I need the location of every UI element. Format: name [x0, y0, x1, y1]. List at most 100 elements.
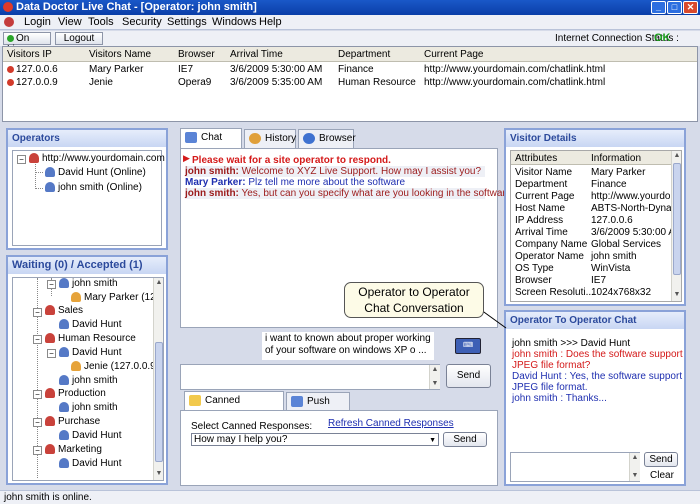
scroll-thumb[interactable]	[155, 342, 163, 462]
operator-item[interactable]: john smith (Online)	[45, 182, 142, 193]
menu-view[interactable]: View	[58, 16, 82, 28]
scroll-up-icon[interactable]: ▲	[154, 278, 163, 288]
scroll-up-icon[interactable]: ▲	[430, 365, 440, 375]
menu-security[interactable]: Security	[122, 16, 162, 28]
scroll-down-icon[interactable]: ▼	[672, 290, 681, 300]
collapse-icon[interactable]: −	[33, 390, 42, 399]
scroll-down-icon[interactable]: ▼	[154, 469, 163, 479]
tree-node-label: john smith	[72, 402, 118, 413]
visitor-status-icon	[7, 79, 14, 86]
tree-node-label: john smith	[72, 278, 118, 289]
details-row: Operator Name john smith	[511, 251, 681, 262]
menu-settings[interactable]: Settings	[167, 16, 207, 28]
chat-input-scrollbar[interactable]: ▲ ▼	[429, 365, 440, 389]
operator-item[interactable]: David Hunt (Online)	[45, 167, 146, 178]
details-header: Attributes Information	[511, 151, 681, 165]
menu-help[interactable]: Help	[259, 16, 282, 28]
tree-node[interactable]: David Hunt	[59, 319, 121, 330]
collapse-icon[interactable]: −	[47, 280, 56, 289]
department-icon	[45, 416, 55, 426]
close-button[interactable]: ✕	[683, 1, 698, 14]
operators-root[interactable]: http://www.yourdomain.com	[29, 153, 165, 164]
tree-node-department[interactable]: Purchase	[45, 416, 100, 427]
op-chat-line: john smith : Thanks...	[512, 393, 607, 404]
tree-node-department[interactable]: Human Resource	[45, 333, 136, 344]
keyboard-icon[interactable]: ⌨	[455, 338, 481, 354]
tree-node-visitor[interactable]: Jenie (127.0.0.9	[71, 361, 156, 372]
refresh-canned-link[interactable]: Refresh Canned Responses	[328, 418, 454, 429]
op-clear-button[interactable]: Clear	[650, 470, 674, 481]
col-browser[interactable]: Browser	[178, 49, 215, 60]
send-button[interactable]: Send	[446, 364, 491, 388]
tab-history[interactable]: History	[244, 129, 296, 148]
tree-node[interactable]: David Hunt	[59, 430, 121, 441]
operators-panel: Operators − http://www.yourdomain.com Da…	[6, 128, 168, 250]
canned-send-button[interactable]: Send	[443, 432, 487, 447]
visitor-icon	[71, 292, 81, 302]
menu-tools[interactable]: Tools	[88, 16, 114, 28]
tree-node[interactable]: john smith	[59, 278, 118, 289]
chat-input[interactable]: ▲ ▼	[180, 364, 440, 390]
collapse-icon[interactable]: −	[33, 308, 42, 317]
tree-node-visitor[interactable]: Mary Parker (127.0	[71, 292, 163, 303]
op-send-button[interactable]: Send	[644, 452, 678, 467]
collapse-icon[interactable]: −	[47, 349, 56, 358]
details-value: 3/6/2009 5:30:00 AM	[591, 227, 682, 238]
operators-root-label: http://www.yourdomain.com	[42, 153, 165, 164]
logout-button[interactable]: Logout	[55, 32, 103, 45]
chevron-down-icon[interactable]: ▼	[429, 435, 436, 446]
tree-node-label: Human Resource	[58, 333, 136, 344]
col-arrival-time[interactable]: Arrival Time	[230, 49, 283, 60]
tree-node[interactable]: john smith	[59, 402, 118, 413]
menu-login[interactable]: Login	[24, 16, 51, 28]
collapse-icon[interactable]: −	[17, 155, 26, 164]
menu-windows[interactable]: Windows	[212, 16, 257, 28]
canned-select[interactable]: How may I help you? ▼	[191, 433, 439, 446]
toolbar: On Line Logout Internet Connection Statu…	[0, 31, 700, 55]
minimize-button[interactable]: _	[651, 1, 666, 14]
tab-chat-text[interactable]: Chat Text	[180, 128, 242, 160]
details-value: http://www.yourdoma	[591, 191, 682, 202]
online-button[interactable]: On Line	[3, 32, 51, 55]
operator-icon	[59, 458, 69, 468]
scroll-up-icon[interactable]: ▲	[630, 453, 640, 463]
scroll-up-icon[interactable]: ▲	[672, 151, 681, 161]
scroll-down-icon[interactable]: ▼	[630, 471, 640, 481]
tree-node-department[interactable]: Marketing	[45, 444, 102, 455]
tree-node[interactable]: David Hunt	[59, 458, 121, 469]
department-icon	[45, 333, 55, 343]
tab-browser[interactable]: Browser	[298, 129, 356, 148]
operator-chat-input[interactable]: ▲ ▼	[510, 452, 640, 482]
details-scrollbar[interactable]: ▲ ▼	[671, 151, 681, 301]
operator-label: john smith (Online)	[58, 182, 142, 193]
operator-chat-panel: Operator To Operator Chat john smith >>>…	[504, 310, 686, 486]
visitor-details-title: Visitor Details	[506, 130, 684, 147]
tree-node[interactable]: john smith	[59, 375, 118, 386]
tab-canned-responses[interactable]: Canned Responses	[184, 391, 284, 423]
details-value: 127.0.0.6	[591, 215, 633, 226]
op-input-scrollbar[interactable]: ▲ ▼	[629, 453, 640, 481]
visitor-row[interactable]: 127.0.0.9 Jenie Opera9 3/6/2009 5:35:00 …	[3, 76, 697, 89]
visitor-row[interactable]: 127.0.0.6 Mary Parker IE7 3/6/2009 5:30:…	[3, 63, 697, 76]
scroll-thumb[interactable]	[673, 163, 681, 275]
waiting-scrollbar[interactable]: ▲ ▼	[153, 278, 163, 480]
scroll-down-icon[interactable]: ▼	[430, 379, 440, 389]
operator-chat-title: Operator To Operator Chat	[506, 312, 684, 329]
col-visitors-name[interactable]: Visitors Name	[89, 49, 151, 60]
maximize-button[interactable]: □	[667, 1, 682, 14]
col-department[interactable]: Department	[338, 49, 390, 60]
collapse-icon[interactable]: −	[33, 335, 42, 344]
collapse-icon[interactable]: −	[33, 446, 42, 455]
tree-node-department[interactable]: Production	[45, 388, 106, 399]
callout-line-2: Chat Conversation	[364, 301, 464, 315]
col-current-page[interactable]: Current Page	[424, 49, 483, 60]
tree-node-department[interactable]: Sales	[45, 305, 83, 316]
tree-node[interactable]: David Hunt	[59, 347, 121, 358]
collapse-icon[interactable]: −	[33, 418, 42, 427]
col-visitors-ip[interactable]: Visitors IP	[7, 49, 52, 60]
chat-text: Yes, but can you specify what are you lo…	[238, 188, 512, 199]
status-text: john smith is online.	[4, 492, 92, 503]
details-attr: IP Address	[515, 215, 564, 226]
operators-tree: − http://www.yourdomain.com David Hunt (…	[12, 150, 165, 246]
tab-push-url[interactable]: Push URL	[286, 392, 350, 424]
